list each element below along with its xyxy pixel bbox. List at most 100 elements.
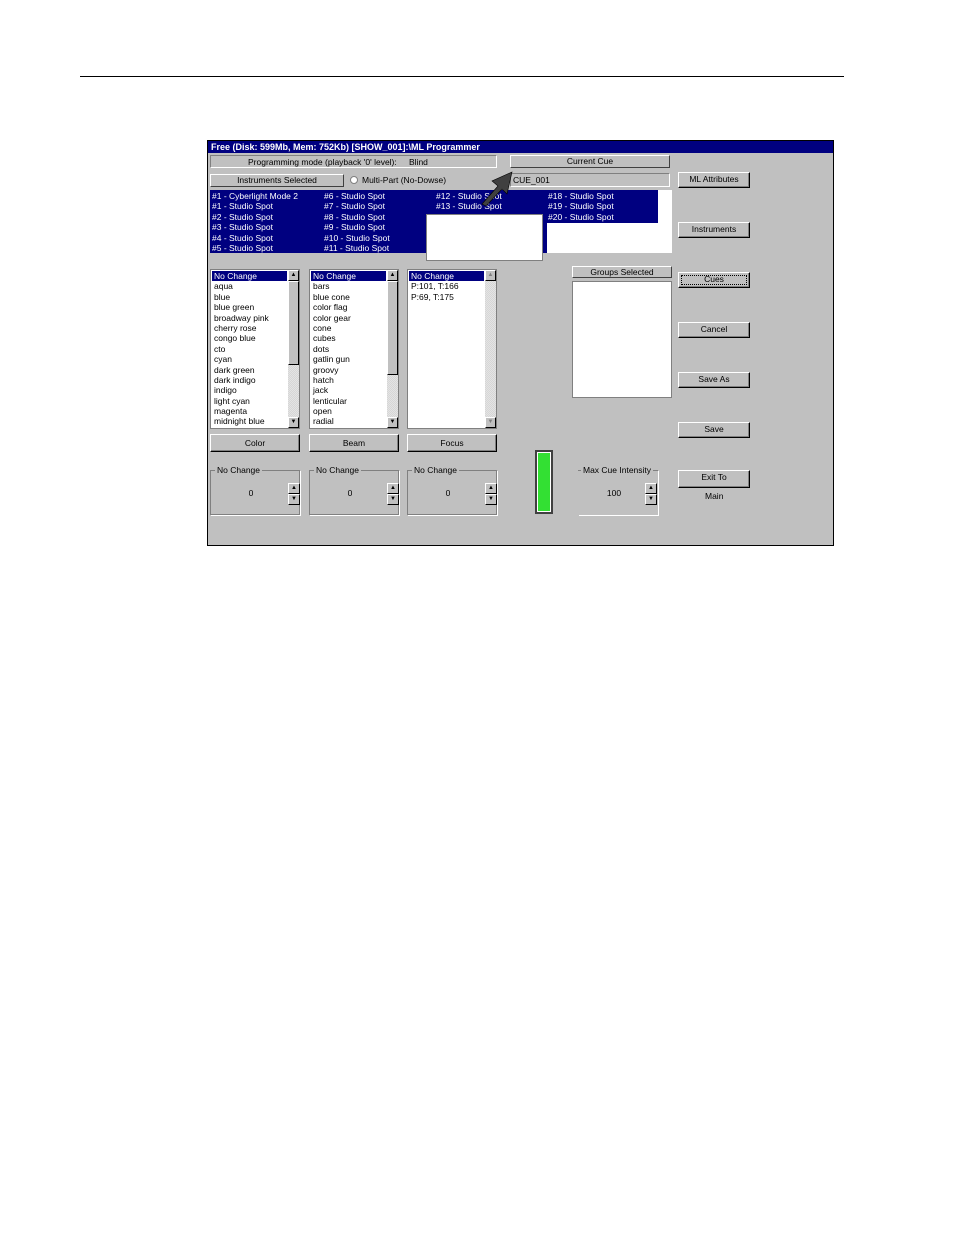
instrument-item[interactable]: #1 - Studio Spot xyxy=(212,201,298,211)
instrument-item[interactable]: #2 - Studio Spot xyxy=(212,212,298,222)
scroll-up-arrow-icon[interactable]: ▲ xyxy=(387,270,398,281)
list-item[interactable]: dots xyxy=(311,344,386,354)
scroll-down-arrow-icon[interactable]: ▼ xyxy=(485,417,496,428)
spin-up-arrow-icon[interactable]: ▲ xyxy=(288,483,300,494)
beam-list-scrollbar[interactable]: ▲ ▼ xyxy=(387,270,398,428)
spin-up-arrow-icon[interactable]: ▲ xyxy=(387,483,399,494)
scroll-down-arrow-icon[interactable]: ▼ xyxy=(288,417,299,428)
scroll-thumb[interactable] xyxy=(387,281,398,375)
intensity-spinner[interactable]: ▲ ▼ xyxy=(645,483,657,505)
list-item[interactable]: blue cone xyxy=(311,292,386,302)
list-item[interactable]: bars xyxy=(311,281,386,291)
instrument-item[interactable]: #18 - Studio Spot xyxy=(548,191,614,201)
instrument-item[interactable]: #3 - Studio Spot xyxy=(212,222,298,232)
instrument-item[interactable]: #10 - Studio Spot xyxy=(324,233,390,243)
focus-spinner[interactable]: ▲ ▼ xyxy=(485,483,497,505)
groups-selected-list[interactable] xyxy=(572,281,672,398)
list-item[interactable]: cone xyxy=(311,323,386,333)
list-item[interactable]: groovy xyxy=(311,365,386,375)
color-list[interactable]: No Change aqua blue blue green broadway pink… xyxy=(210,269,300,429)
focus-list[interactable]: No Change P:101, T:166 P:69, T:175 ▲ ▼ xyxy=(407,269,497,429)
instrument-item[interactable]: #1 - Cyberlight Mode 2 xyxy=(212,191,298,201)
color-list-scrollbar[interactable]: ▲ ▼ xyxy=(288,270,299,428)
list-item[interactable]: color flag xyxy=(311,302,386,312)
instrument-item[interactable]: #5 - Studio Spot xyxy=(212,243,298,253)
window-title: Free (Disk: 599Mb, Mem: 752Kb) [SHOW_001… xyxy=(208,141,833,153)
list-item[interactable]: aqua xyxy=(212,281,287,291)
list-item[interactable]: cubes xyxy=(311,333,386,343)
list-item[interactable]: P:69, T:175 xyxy=(409,292,484,302)
color-list-items: No Change aqua blue blue green broadway pink… xyxy=(212,271,287,427)
spin-up-arrow-icon[interactable]: ▲ xyxy=(645,483,657,494)
instrument-item[interactable]: #11 - Studio Spot xyxy=(324,243,390,253)
beam-spinner[interactable]: ▲ ▼ xyxy=(387,483,399,505)
list-item[interactable]: dark green xyxy=(212,365,287,375)
list-item[interactable]: midnight blue xyxy=(212,416,287,426)
list-item[interactable]: cherry rose xyxy=(212,323,287,333)
list-item[interactable]: open xyxy=(311,406,386,416)
spin-up-arrow-icon[interactable]: ▲ xyxy=(485,483,497,494)
programming-mode-value: Blind xyxy=(409,157,428,167)
beam-list[interactable]: No Change bars blue cone color flag color ge… xyxy=(309,269,399,429)
focus-button[interactable]: Focus xyxy=(407,434,497,452)
instrument-column-1: #1 - Cyberlight Mode 2 #1 - Studio Spot #2… xyxy=(212,191,298,253)
cues-button[interactable]: Cues xyxy=(678,272,750,288)
callout-arrow-icon xyxy=(481,171,513,207)
list-item[interactable]: congo blue xyxy=(212,333,287,343)
cancel-button[interactable]: Cancel xyxy=(678,322,750,338)
exit-to-button[interactable]: Exit To xyxy=(678,470,750,488)
instrument-item[interactable]: #6 - Studio Spot xyxy=(324,191,390,201)
list-item[interactable]: magenta xyxy=(212,406,287,416)
list-item[interactable]: gatlin gun xyxy=(311,354,386,364)
instrument-item[interactable]: #9 - Studio Spot xyxy=(324,222,390,232)
list-item[interactable]: indigo xyxy=(212,385,287,395)
intensity-spinner-label: Max Cue Intensity xyxy=(581,465,654,475)
instrument-item[interactable]: #19 - Studio Spot xyxy=(548,201,614,211)
save-button[interactable]: Save xyxy=(678,422,750,438)
beam-spinner-label: No Change xyxy=(314,465,362,475)
list-item[interactable]: broadway pink xyxy=(212,313,287,323)
list-item[interactable]: No Change xyxy=(212,271,287,282)
list-item[interactable]: cyan xyxy=(212,354,287,364)
current-cue-field[interactable]: CUE_001 xyxy=(510,173,670,187)
spin-down-arrow-icon[interactable]: ▼ xyxy=(288,494,300,505)
focus-spinner-label: No Change xyxy=(412,465,460,475)
list-item[interactable]: light cyan xyxy=(212,396,287,406)
ml-attributes-button[interactable]: ML Attributes xyxy=(678,172,750,188)
list-item[interactable]: cto xyxy=(212,344,287,354)
list-item[interactable]: P:101, T:166 xyxy=(409,281,484,291)
multipart-radio[interactable] xyxy=(350,176,358,184)
instrument-item[interactable]: #4 - Studio Spot xyxy=(212,233,298,243)
instrument-item[interactable]: #7 - Studio Spot xyxy=(324,201,390,211)
instrument-item[interactable]: #20 - Studio Spot xyxy=(548,212,614,222)
spin-down-arrow-icon[interactable]: ▼ xyxy=(387,494,399,505)
beam-button[interactable]: Beam xyxy=(309,434,399,452)
intensity-spinner-value: 100 xyxy=(606,488,622,498)
save-as-button[interactable]: Save As xyxy=(678,372,750,388)
list-item[interactable]: color gear xyxy=(311,313,386,323)
scroll-up-arrow-icon[interactable]: ▲ xyxy=(485,270,496,281)
instrument-item[interactable]: #8 - Studio Spot xyxy=(324,212,390,222)
list-item[interactable]: No Change xyxy=(409,271,484,282)
scroll-thumb[interactable] xyxy=(288,281,299,365)
list-item[interactable]: blue green xyxy=(212,302,287,312)
list-item[interactable]: blue xyxy=(212,292,287,302)
color-spinner[interactable]: ▲ ▼ xyxy=(288,483,300,505)
list-item[interactable]: jack xyxy=(311,385,386,395)
spin-down-arrow-icon[interactable]: ▼ xyxy=(645,494,657,505)
spin-down-arrow-icon[interactable]: ▼ xyxy=(485,494,497,505)
focus-list-scrollbar[interactable]: ▲ ▼ xyxy=(485,270,496,428)
list-item[interactable]: No Change xyxy=(311,271,386,282)
list-item[interactable]: radial xyxy=(311,416,386,426)
callout-box xyxy=(426,214,543,261)
programming-mode-label: Programming mode (playback '0' level): xyxy=(248,157,397,167)
instruments-button[interactable]: Instruments xyxy=(678,222,750,238)
list-item[interactable]: dark indigo xyxy=(212,375,287,385)
scroll-down-arrow-icon[interactable]: ▼ xyxy=(387,417,398,428)
color-button[interactable]: Color xyxy=(210,434,300,452)
multipart-label: Multi-Part (No-Dowse) xyxy=(362,175,447,185)
page-header-rule xyxy=(80,76,844,77)
scroll-up-arrow-icon[interactable]: ▲ xyxy=(288,270,299,281)
list-item[interactable]: lenticular xyxy=(311,396,386,406)
list-item[interactable]: hatch xyxy=(311,375,386,385)
